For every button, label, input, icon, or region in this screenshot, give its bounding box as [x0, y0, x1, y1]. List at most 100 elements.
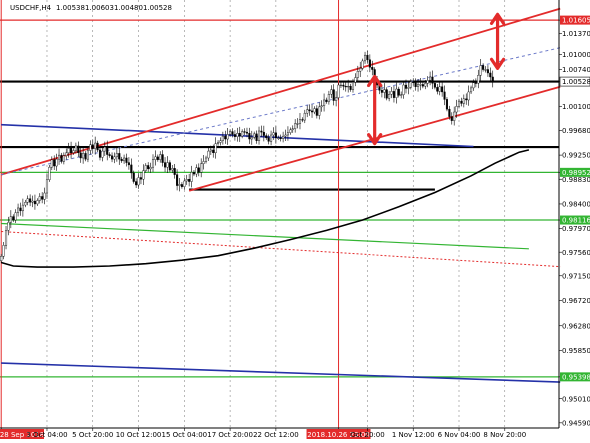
- candle-body: [429, 76, 432, 81]
- x-tick-label: 5 Oct 20:00: [72, 431, 113, 439]
- candle-body: [277, 137, 280, 139]
- candle-body: [400, 94, 403, 96]
- x-tick-label: 22 Oct 12:00: [253, 431, 299, 439]
- candle-body: [310, 110, 314, 113]
- candle-body: [448, 108, 451, 117]
- candle-body: [17, 207, 20, 213]
- open-value: 1.00538: [56, 4, 85, 12]
- candle-body: [286, 132, 289, 136]
- candle-body: [204, 157, 208, 162]
- candle-body: [301, 119, 304, 121]
- candle-body: [250, 137, 253, 140]
- candle-body: [137, 177, 140, 186]
- candle-body: [282, 135, 285, 139]
- candle-body: [248, 133, 251, 140]
- candle-body: [380, 89, 383, 93]
- candle-body: [243, 131, 246, 133]
- candle-body: [24, 202, 27, 206]
- candle-body: [55, 158, 58, 167]
- candle-body: [306, 109, 309, 114]
- candle-body: [79, 152, 82, 159]
- candle-body: [14, 212, 17, 221]
- candle-body: [441, 86, 444, 93]
- candle-body: [426, 80, 429, 84]
- candle-body: [241, 131, 244, 137]
- candle-body: [202, 161, 205, 164]
- candle-body: [31, 200, 34, 203]
- y-tick-label: 0.97150: [562, 272, 590, 280]
- y-tick-label: 0.96720: [562, 297, 590, 305]
- candle-body: [72, 150, 75, 154]
- candle-body: [356, 71, 359, 78]
- candle-body: [462, 98, 465, 104]
- candle-body: [383, 89, 386, 93]
- candle-body: [84, 153, 87, 160]
- candle-body: [402, 84, 405, 95]
- candle-body: [320, 105, 323, 108]
- candle-body: [125, 157, 128, 163]
- candle-body: [450, 116, 453, 121]
- candle-body: [489, 72, 492, 78]
- candle-body: [453, 111, 456, 121]
- candle-body: [433, 83, 436, 88]
- candle-body: [347, 85, 350, 88]
- candle-body: [272, 132, 275, 136]
- candle: [48, 164, 51, 182]
- candle-body: [417, 84, 420, 87]
- chart-window: 1.01605 1.01370 1.01000 1.00740 1.00528 1.001…: [0, 0, 590, 443]
- candle-body: [12, 216, 15, 221]
- candle-body: [26, 198, 29, 203]
- candle-body: [147, 165, 150, 170]
- candle-body: [229, 131, 232, 135]
- candle-body: [33, 200, 36, 205]
- candle-body: [115, 153, 118, 158]
- candle-body: [103, 146, 106, 152]
- candle-body: [315, 108, 318, 116]
- candle-body: [168, 162, 171, 171]
- candle-body: [113, 156, 116, 160]
- candle-body: [409, 81, 412, 88]
- candle-body: [214, 143, 217, 154]
- candle-body: [135, 181, 138, 186]
- candle-body: [491, 76, 494, 82]
- candle-body: [185, 179, 188, 182]
- candle-body: [327, 94, 330, 102]
- candle-body: [45, 179, 49, 194]
- candle-body: [404, 84, 408, 89]
- y-tick-label: 0.95010: [562, 395, 590, 403]
- candle-body: [296, 123, 299, 125]
- y-tick-label: 0.95850: [562, 347, 590, 355]
- candle-body: [60, 154, 63, 162]
- x-tick-label: 1 Nov 12:00: [392, 431, 435, 439]
- candle-body: [361, 60, 364, 69]
- candle-body: [443, 91, 446, 100]
- x-tick-label: 15 Oct 04:00: [162, 431, 208, 439]
- x-tick-label: 17 Oct 20:00: [207, 431, 253, 439]
- x-tick-label: Oct 20:00: [350, 431, 385, 439]
- candle-body: [212, 149, 215, 154]
- candle-body: [342, 84, 345, 87]
- candle-body: [397, 88, 400, 96]
- candle-body: [139, 177, 142, 180]
- candle-body: [457, 100, 461, 107]
- chart-canvas[interactable]: 1.01605 1.01370 1.01000 1.00740 1.00528 1.001…: [0, 0, 590, 443]
- candle-body: [231, 131, 234, 135]
- candle: [337, 82, 340, 100]
- candle-body: [50, 159, 53, 168]
- chart-header: USDCHF,H4 1.00538 1.00603 1.00480 1.0052…: [10, 4, 172, 12]
- candle-body: [57, 154, 61, 160]
- candle-body: [108, 154, 111, 156]
- y-tick-label: 0.99250: [562, 152, 590, 160]
- x-tick-label: 6 Nov 04:00: [438, 431, 481, 439]
- candle-body: [70, 148, 73, 154]
- candle-body: [438, 86, 441, 92]
- candle-body: [221, 135, 224, 141]
- candle: [445, 97, 449, 112]
- candle-body: [48, 166, 51, 181]
- candle-body: [265, 135, 268, 139]
- candle-body: [371, 67, 374, 70]
- candle-body: [351, 81, 355, 90]
- candle-body: [154, 156, 157, 160]
- candle-body: [62, 155, 65, 162]
- symbol-label: USDCHF,H4: [10, 4, 52, 12]
